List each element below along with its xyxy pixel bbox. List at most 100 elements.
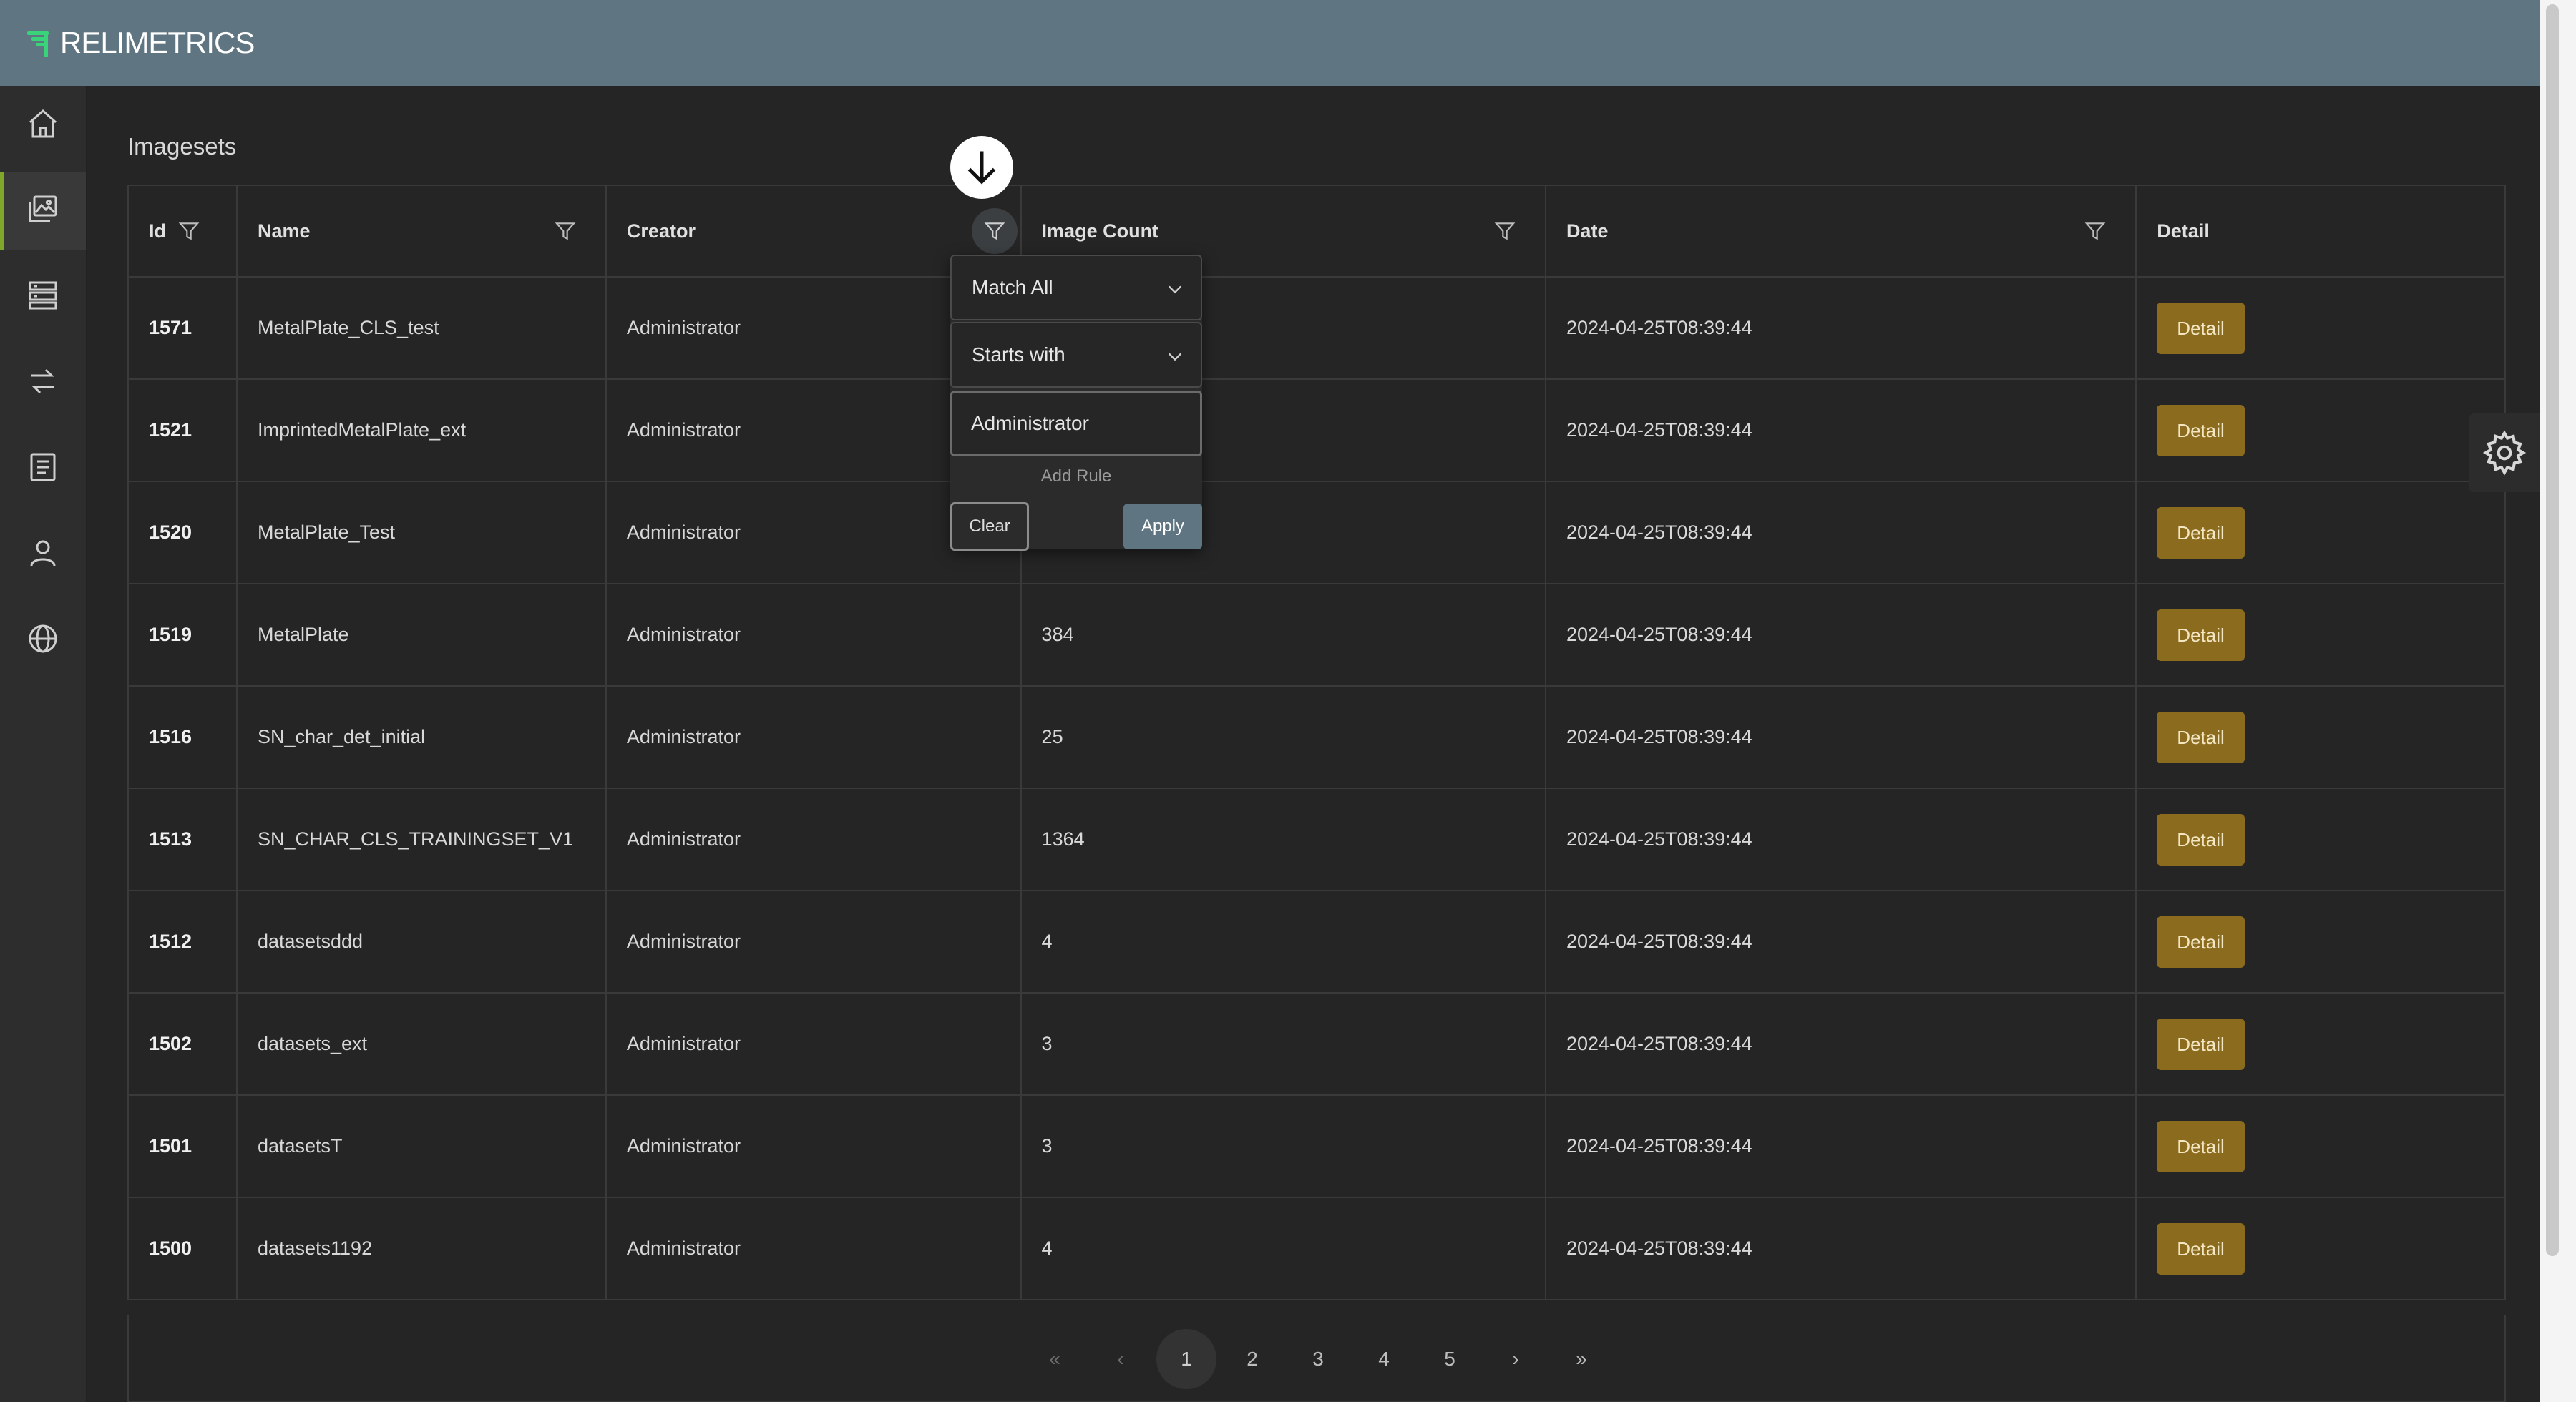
cell-creator: Administrator bbox=[605, 1094, 1022, 1198]
match-operator-dropdown[interactable]: Starts with bbox=[950, 322, 1202, 388]
table-row: 1520 MetalPlate_Test Administrator 2024-04-… bbox=[127, 481, 2506, 584]
table-row: 1502 datasets_ext Administrator 3 2024-04-25… bbox=[127, 992, 2506, 1096]
prev-page-button[interactable]: ‹ bbox=[1091, 1329, 1151, 1389]
column-header-id[interactable]: Id bbox=[127, 185, 238, 278]
detail-button[interactable]: Detail bbox=[2157, 813, 2245, 866]
page-button-5[interactable]: 5 bbox=[1420, 1329, 1480, 1389]
filter-icon-active[interactable] bbox=[971, 208, 1018, 254]
chevron-down-icon bbox=[1169, 353, 1181, 361]
column-filter-popup: Match All Starts with Add Rule Clear App… bbox=[950, 255, 1202, 551]
cell-date: 2024-04-25T08:39:44 bbox=[1544, 276, 2137, 380]
match-mode-value: Match All bbox=[972, 276, 1053, 298]
cell-date: 2024-04-25T08:39:44 bbox=[1544, 685, 2137, 789]
sidebar-item-images[interactable] bbox=[0, 172, 86, 250]
page-button-3[interactable]: 3 bbox=[1288, 1329, 1348, 1389]
arrow-down-icon bbox=[967, 151, 996, 185]
sidebar-item-document[interactable] bbox=[0, 429, 86, 508]
detail-button[interactable]: Detail bbox=[2157, 1222, 2245, 1275]
detail-button[interactable]: Detail bbox=[2157, 404, 2245, 456]
cell-detail: Detail bbox=[2135, 276, 2506, 380]
column-header-date[interactable]: Date bbox=[1544, 185, 2137, 278]
column-label-detail: Detail bbox=[2157, 220, 2210, 242]
cell-creator: Administrator bbox=[605, 583, 1022, 687]
page-title: Imagesets bbox=[127, 133, 237, 160]
match-mode-dropdown[interactable]: Match All bbox=[950, 255, 1202, 320]
cell-detail: Detail bbox=[2135, 583, 2506, 687]
apply-filter-button[interactable]: Apply bbox=[1123, 504, 1202, 549]
page-button-1[interactable]: 1 bbox=[1156, 1329, 1216, 1389]
clear-filter-button[interactable]: Clear bbox=[950, 502, 1029, 551]
relimetrics-logo[interactable]: RELIMETRICS bbox=[27, 21, 255, 64]
column-label-id: Id bbox=[149, 220, 166, 242]
table-header-row: Id Name Creator Image Count Date Detail bbox=[127, 185, 2506, 278]
cell-detail: Detail bbox=[2135, 788, 2506, 891]
filter-icon[interactable] bbox=[177, 220, 200, 242]
match-operator-value: Starts with bbox=[972, 343, 1065, 366]
cell-detail: Detail bbox=[2135, 1197, 2506, 1300]
settings-button[interactable] bbox=[2469, 413, 2540, 492]
detail-button[interactable]: Detail bbox=[2157, 1018, 2245, 1070]
cell-id: 1502 bbox=[127, 992, 238, 1096]
table-row: 1516 SN_char_det_initial Administrator 25 20… bbox=[127, 685, 2506, 789]
last-page-button[interactable]: » bbox=[1551, 1329, 1611, 1389]
cell-detail: Detail bbox=[2135, 378, 2506, 482]
detail-button[interactable]: Detail bbox=[2157, 302, 2245, 354]
page-button-4[interactable]: 4 bbox=[1354, 1329, 1414, 1389]
cell-creator: Administrator bbox=[605, 788, 1022, 891]
server-icon bbox=[26, 278, 60, 316]
home-icon bbox=[26, 107, 60, 144]
imagesets-table: Id Name Creator Image Count Date Detail … bbox=[127, 185, 2506, 1300]
top-header: RELIMETRICS bbox=[0, 0, 2540, 86]
table-row: 1512 datasetsddd Administrator 4 2024-04-25T… bbox=[127, 890, 2506, 994]
page-button-2[interactable]: 2 bbox=[1222, 1329, 1282, 1389]
column-label-name: Name bbox=[257, 220, 311, 242]
paginator: « ‹ 1 2 3 4 5 › » bbox=[127, 1315, 2506, 1402]
cell-id: 1519 bbox=[127, 583, 238, 687]
sidebar-item-globe[interactable] bbox=[0, 601, 86, 680]
column-label-date: Date bbox=[1566, 220, 1609, 242]
filter-icon[interactable] bbox=[1493, 220, 1516, 242]
table-row: 1521 ImprintedMetalPlate_ext Administrator… bbox=[127, 378, 2506, 482]
detail-button[interactable]: Detail bbox=[2157, 1120, 2245, 1172]
sidebar-item-arrows[interactable] bbox=[0, 343, 86, 422]
next-page-button[interactable]: › bbox=[1485, 1329, 1546, 1389]
detail-button[interactable]: Detail bbox=[2157, 916, 2245, 968]
add-rule-button[interactable]: Add Rule bbox=[950, 466, 1202, 486]
cell-id: 1513 bbox=[127, 788, 238, 891]
filter-value-input[interactable] bbox=[950, 391, 1202, 456]
cell-image-count: 4 bbox=[1020, 890, 1546, 994]
cell-name: SN_char_det_initial bbox=[235, 685, 607, 789]
cell-id: 1521 bbox=[127, 378, 238, 482]
cell-image-count: 3 bbox=[1020, 992, 1546, 1096]
sidebar bbox=[0, 86, 87, 1402]
sidebar-item-server[interactable] bbox=[0, 258, 86, 336]
scrollbar-thumb[interactable] bbox=[2546, 4, 2559, 1256]
cell-id: 1571 bbox=[127, 276, 238, 380]
cell-detail: Detail bbox=[2135, 890, 2506, 994]
cell-detail: Detail bbox=[2135, 1094, 2506, 1198]
detail-button[interactable]: Detail bbox=[2157, 506, 2245, 559]
images-icon bbox=[26, 192, 60, 230]
cell-creator: Administrator bbox=[605, 685, 1022, 789]
cell-id: 1520 bbox=[127, 481, 238, 584]
gear-icon bbox=[2482, 430, 2527, 476]
table-row: 1519 MetalPlate Administrator 384 2024-04-25… bbox=[127, 583, 2506, 687]
table-row: 1501 datasetsT Administrator 3 2024-04-25T08… bbox=[127, 1094, 2506, 1198]
sidebar-item-user[interactable] bbox=[0, 515, 86, 594]
page-scrollbar[interactable] bbox=[2540, 0, 2576, 1402]
detail-button[interactable]: Detail bbox=[2157, 609, 2245, 661]
filter-icon[interactable] bbox=[554, 220, 577, 242]
sidebar-item-home[interactable] bbox=[0, 86, 86, 165]
column-header-name[interactable]: Name bbox=[235, 185, 607, 278]
document-icon bbox=[26, 450, 60, 488]
column-label-image-count: Image Count bbox=[1041, 220, 1159, 242]
column-header-detail: Detail bbox=[2135, 185, 2506, 278]
cell-date: 2024-04-25T08:39:44 bbox=[1544, 481, 2137, 584]
filter-icon[interactable] bbox=[2084, 220, 2107, 242]
cell-id: 1512 bbox=[127, 890, 238, 994]
arrow-down-indicator bbox=[950, 136, 1013, 199]
first-page-button[interactable]: « bbox=[1025, 1329, 1085, 1389]
cell-image-count: 3 bbox=[1020, 1094, 1546, 1198]
cell-id: 1500 bbox=[127, 1197, 238, 1300]
detail-button[interactable]: Detail bbox=[2157, 711, 2245, 763]
